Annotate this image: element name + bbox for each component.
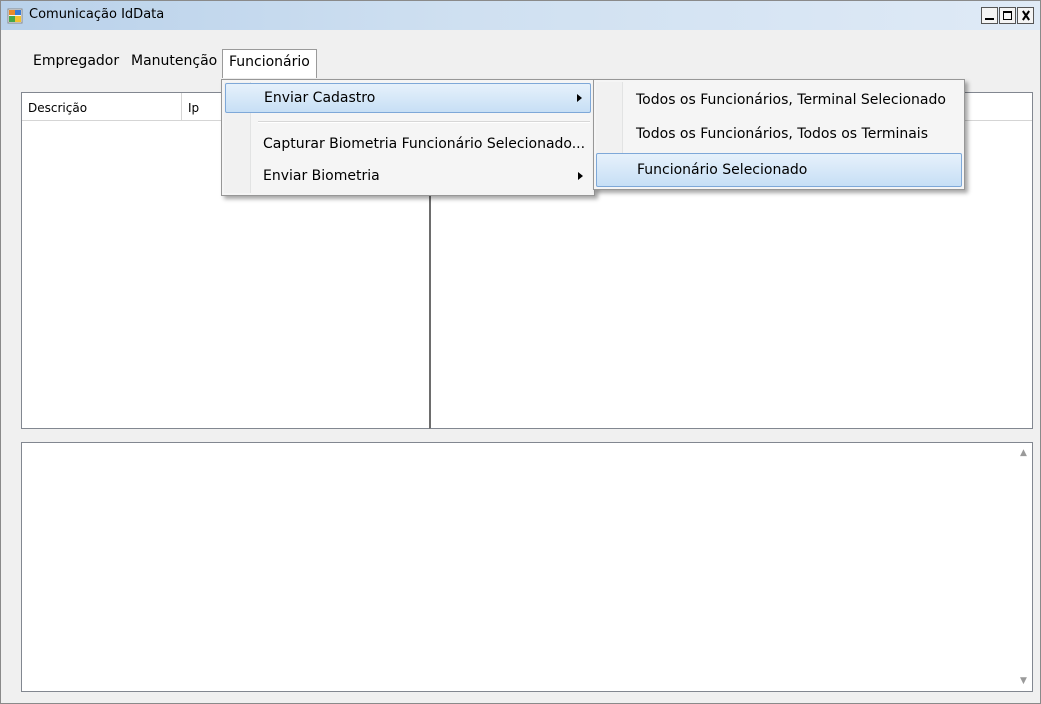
submenu-item-todos-todos-terminais[interactable]: Todos os Funcionários, Todos os Terminai…	[596, 118, 962, 152]
enviar-cadastro-submenu: Todos os Funcionários, Terminal Selecion…	[593, 79, 965, 190]
submenu-arrow-icon	[577, 94, 582, 102]
submenu-item-todos-terminal-selecionado[interactable]: Todos os Funcionários, Terminal Selecion…	[596, 84, 962, 118]
menu-item-enviar-cadastro[interactable]: Enviar Cadastro	[225, 83, 591, 113]
funcionario-dropdown: Enviar Cadastro Capturar Biometria Funci…	[221, 79, 595, 196]
submenu-arrow-icon	[578, 172, 583, 180]
menu-item-enviar-biometria[interactable]: Enviar Biometria	[225, 162, 591, 192]
close-icon[interactable]	[1017, 7, 1034, 24]
menu-bar: Empregador Manutenção Funcionário	[1, 45, 1040, 78]
minimize-icon[interactable]	[981, 7, 998, 24]
menu-funcionario[interactable]: Funcionário	[222, 49, 317, 78]
app-window-icon	[7, 8, 23, 24]
menu-manutencao[interactable]: Manutenção	[125, 49, 223, 73]
log-textbox[interactable]: ▲ ▼	[21, 442, 1033, 692]
menu-item-label: Capturar Biometria Funcionário Seleciona…	[263, 136, 586, 152]
scroll-up-icon[interactable]: ▲	[1017, 445, 1030, 461]
log-scrollbar[interactable]: ▲ ▼	[1015, 443, 1032, 691]
menu-item-label: Enviar Biometria	[263, 168, 380, 184]
menu-item-label: Todos os Funcionários, Todos os Terminai…	[636, 126, 928, 142]
window-title: Comunicação IdData	[29, 7, 165, 22]
menu-separator	[258, 121, 590, 123]
maximize-icon[interactable]	[999, 7, 1016, 24]
menu-item-label: Funcionário Selecionado	[637, 162, 808, 178]
window-controls	[981, 7, 1034, 25]
scroll-down-icon[interactable]: ▼	[1017, 673, 1030, 689]
menu-item-capturar-biometria[interactable]: Capturar Biometria Funcionário Seleciona…	[225, 130, 591, 160]
title-bar[interactable]: Comunicação IdData	[1, 1, 1040, 30]
menu-item-label: Todos os Funcionários, Terminal Selecion…	[636, 92, 946, 108]
column-header-descricao[interactable]: Descrição	[22, 93, 182, 120]
submenu-item-funcionario-selecionado[interactable]: Funcionário Selecionado	[596, 153, 962, 187]
menu-empregador[interactable]: Empregador	[27, 49, 125, 73]
menu-item-label: Enviar Cadastro	[264, 90, 376, 106]
app-window: Comunicação IdData Empregador Manutenção…	[0, 0, 1041, 704]
